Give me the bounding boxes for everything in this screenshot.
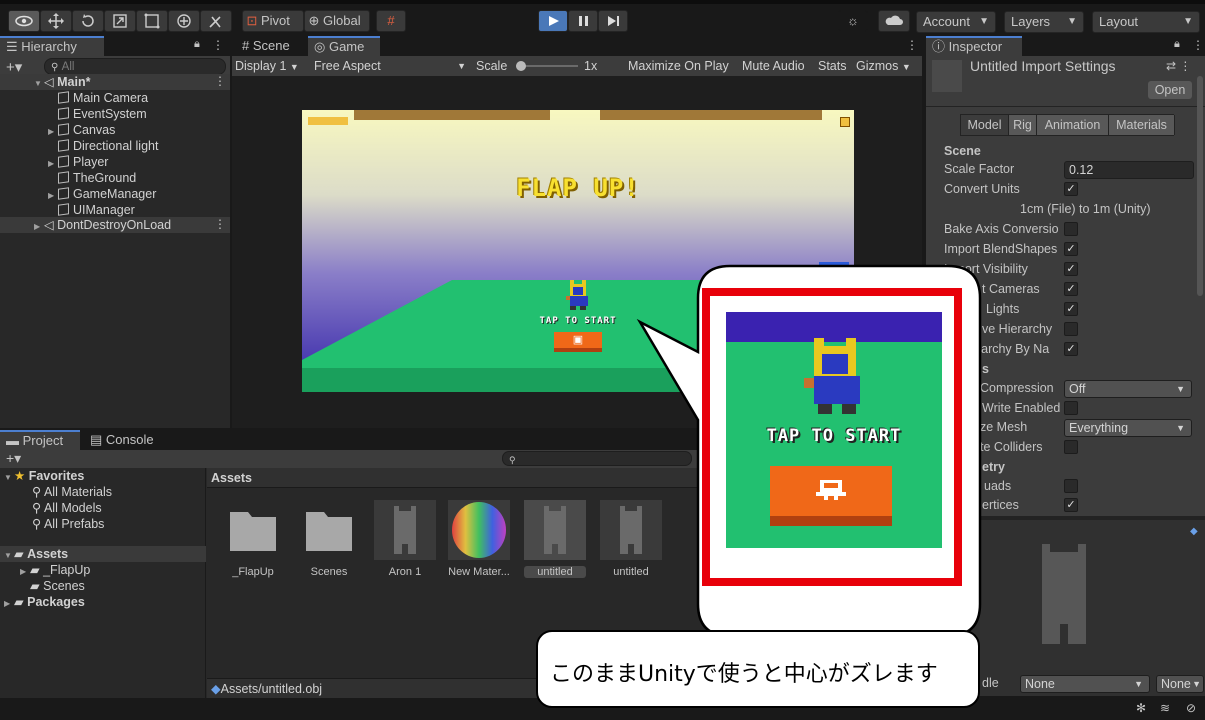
gamepad-icon — [816, 480, 846, 500]
zoomed-game-view: TAP TO START — [726, 312, 942, 548]
zoomed-start-button — [770, 466, 892, 526]
zoom-highlight-frame: TAP TO START — [702, 288, 962, 586]
zoomed-tap-label: TAP TO START — [766, 426, 902, 446]
callout-bubble-shape — [636, 264, 982, 694]
zoomed-player-sprite — [804, 338, 860, 414]
callout-note: このままUnityで使うと中心がズレます — [536, 630, 980, 708]
callout-text: このままUnityで使うと中心がズレます — [550, 662, 938, 687]
